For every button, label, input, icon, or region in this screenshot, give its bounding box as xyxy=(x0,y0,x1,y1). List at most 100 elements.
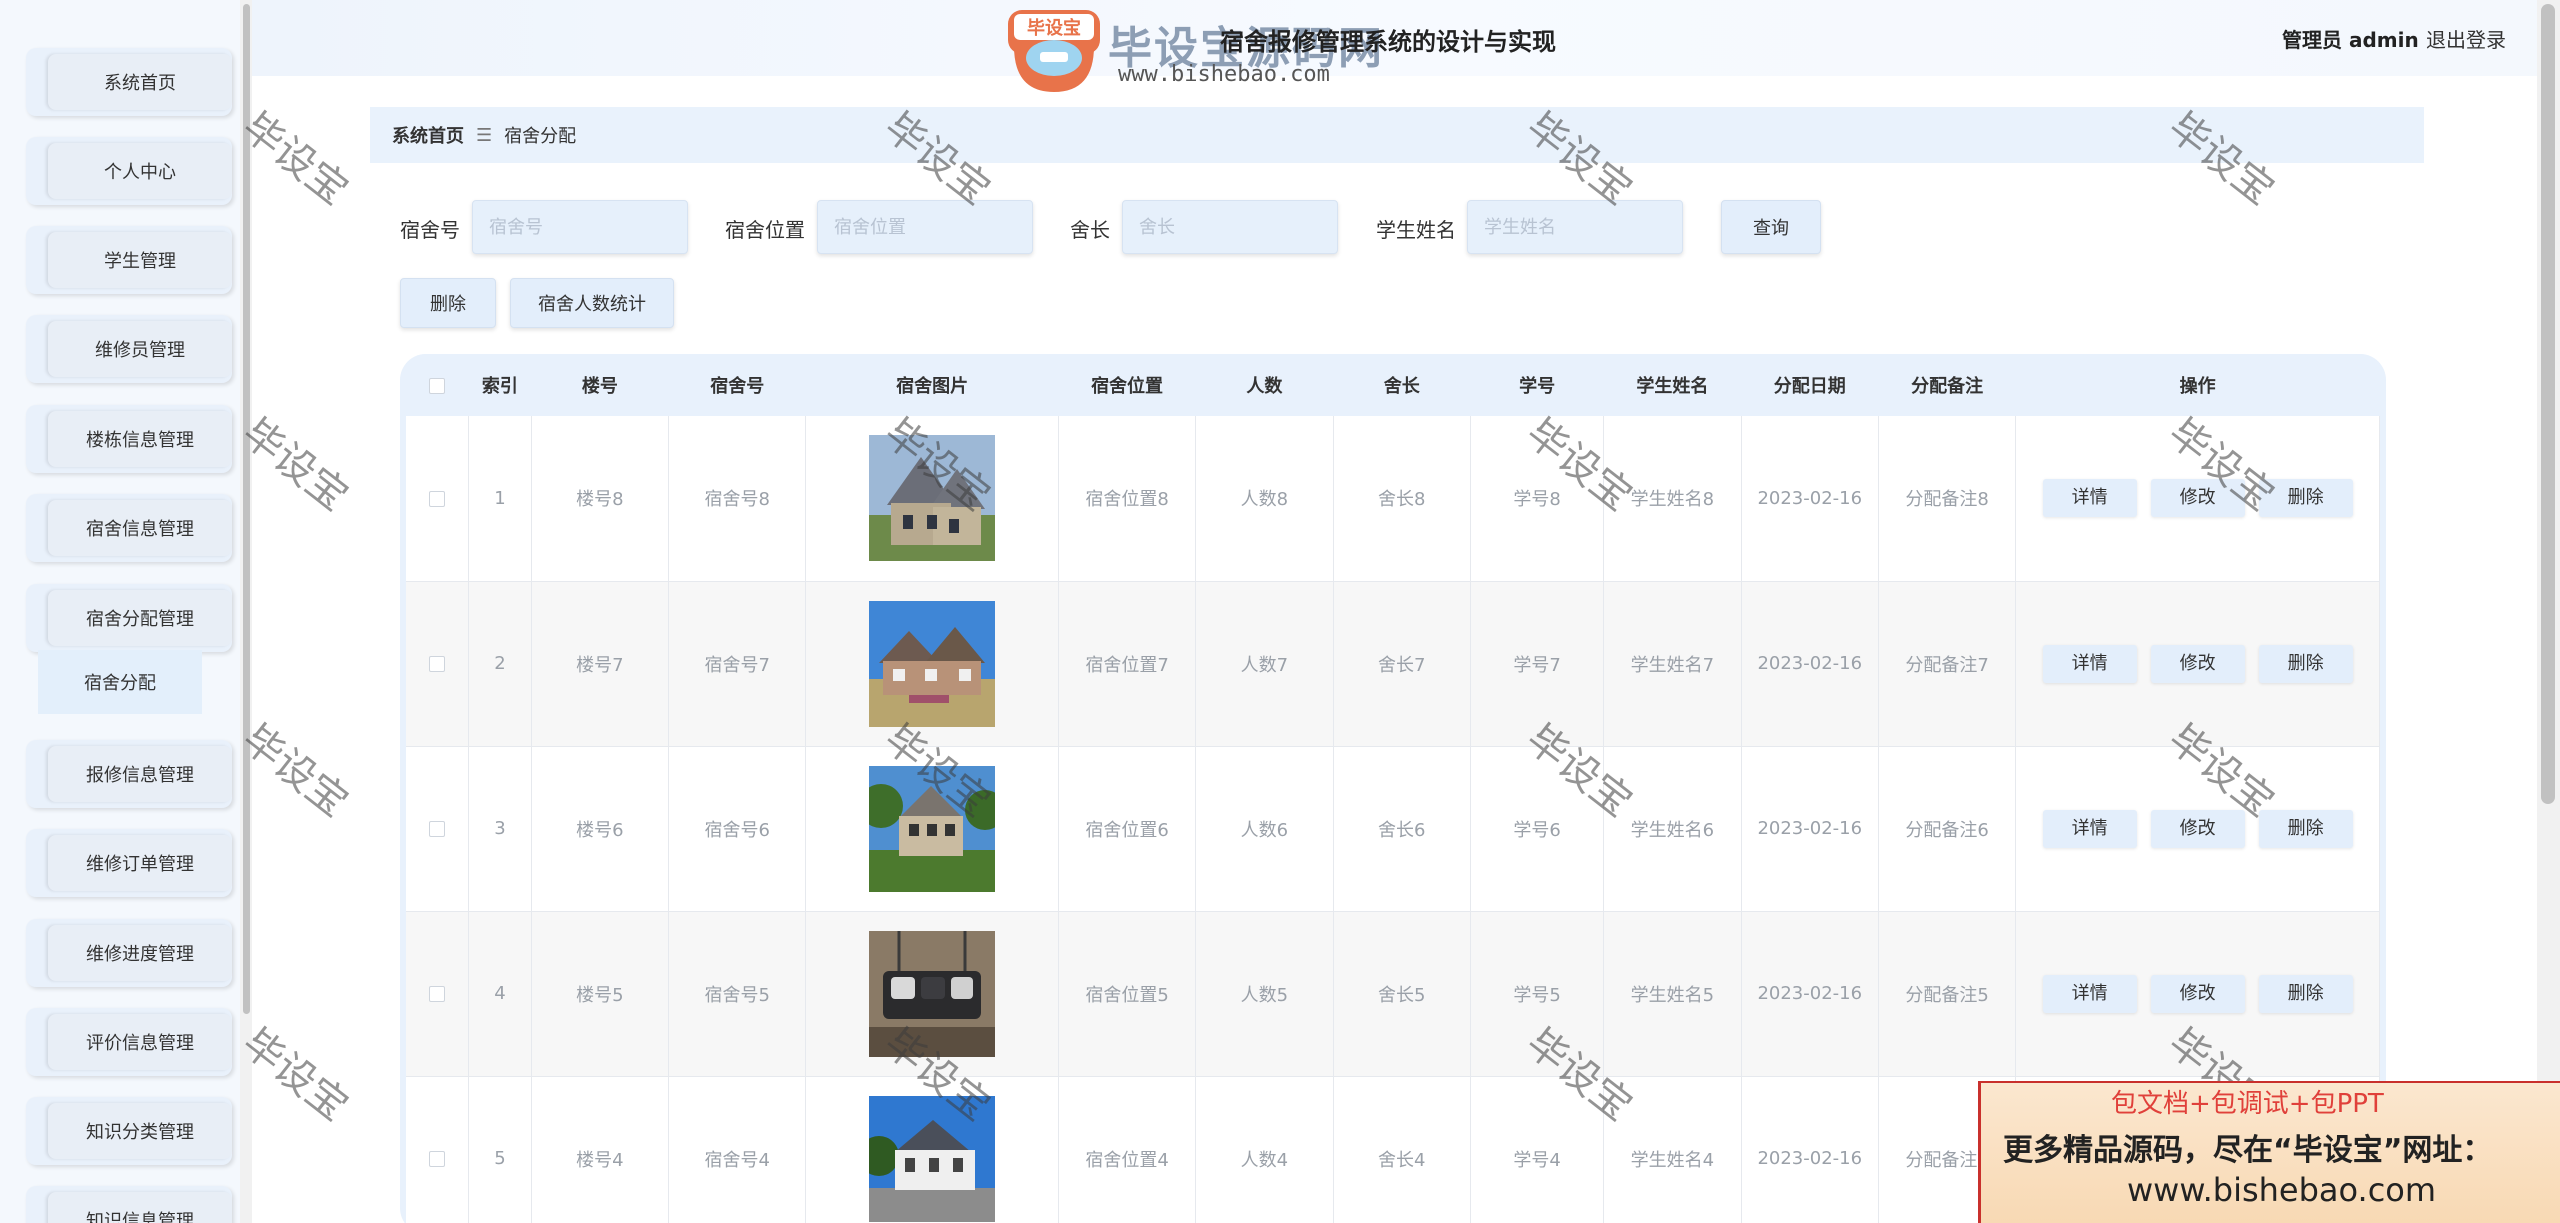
date-cell: 2023-02-16 xyxy=(1741,911,1879,1077)
sidebar-item-home[interactable]: 系统首页 xyxy=(26,48,232,116)
row-select-cell xyxy=(406,416,470,582)
student-name-input[interactable] xyxy=(1467,200,1683,254)
dorm-cell: 宿舍号7 xyxy=(668,581,807,747)
sidebar-item-dorm-allocation-management[interactable]: 宿舍分配管理 xyxy=(26,584,232,652)
sidebar-item-building-management[interactable]: 楼栋信息管理 xyxy=(26,405,232,473)
table-row: 2 楼号7 宿舍号7 宿舍位置7 人数7 舍长7 学号7 学生姓名7 2023-… xyxy=(406,581,2380,747)
count-cell: 人数7 xyxy=(1195,581,1334,747)
table-row: 4 楼号5 宿舍号5 宿舍位置5 人数5 舍长5 学号5 学生姓名5 2023-… xyxy=(406,911,2380,1077)
sidebar-item-review-management[interactable]: 评价信息管理 xyxy=(26,1008,232,1076)
delete-button[interactable]: 删除 xyxy=(2258,479,2353,518)
detail-button[interactable]: 详情 xyxy=(2042,974,2137,1013)
student-no-cell: 学号6 xyxy=(1470,746,1605,912)
page-scrollbar-thumb[interactable] xyxy=(2541,4,2555,804)
column-header: 分配备注 xyxy=(1878,354,2016,416)
breadcrumb-separator-icon: ☰ xyxy=(476,124,493,146)
row-checkbox[interactable] xyxy=(429,986,446,1002)
student-name-cell: 学生姓名4 xyxy=(1603,1076,1742,1223)
logo-url: www.bishebao.com xyxy=(1118,62,1330,87)
edit-button[interactable]: 修改 xyxy=(2150,644,2245,683)
row-select-cell xyxy=(406,1076,470,1223)
edit-button[interactable]: 修改 xyxy=(2150,479,2245,518)
edit-button[interactable]: 修改 xyxy=(2150,974,2245,1013)
sidebar-item-repair-progress-management[interactable]: 维修进度管理 xyxy=(26,919,232,987)
index-cell: 5 xyxy=(468,1076,532,1223)
select-all-checkbox[interactable] xyxy=(429,377,446,394)
sidebar-item-repair-order-management[interactable]: 维修订单管理 xyxy=(26,829,232,897)
index-cell: 4 xyxy=(468,911,532,1077)
sidebar-item-label: 学生管理 xyxy=(48,232,232,288)
row-checkbox[interactable] xyxy=(429,1151,446,1167)
sidebar-subitem-dorm-allocation[interactable]: 宿舍分配 xyxy=(38,650,202,714)
bishebao-logo-icon: 毕设宝 xyxy=(1008,10,1100,92)
leader-input[interactable] xyxy=(1122,200,1338,254)
breadcrumb-home[interactable]: 系统首页 xyxy=(392,122,464,148)
location-cell: 宿舍位置4 xyxy=(1058,1076,1197,1223)
table-row: 3 楼号6 宿舍号6 宿舍位置6 人数6 舍长6 学号6 学生姓名6 2023-… xyxy=(406,746,2380,912)
batch-delete-button[interactable]: 删除 xyxy=(400,278,496,328)
sidebar-item-repair-info-management[interactable]: 报修信息管理 xyxy=(26,740,232,808)
sidebar-item-label: 评价信息管理 xyxy=(48,1014,232,1070)
location-cell: 宿舍位置7 xyxy=(1058,581,1197,747)
dorm-no-input[interactable] xyxy=(472,200,688,254)
leader-cell: 舍长7 xyxy=(1333,581,1471,747)
index-cell: 1 xyxy=(468,416,532,582)
page-title: 宿舍报修管理系统的设计与实现 xyxy=(1220,28,1556,56)
sidebar-scrollbar-thumb[interactable] xyxy=(243,4,250,1014)
delete-button[interactable]: 删除 xyxy=(2258,809,2353,848)
dorm-count-stats-button[interactable]: 宿舍人数统计 xyxy=(510,278,674,328)
sidebar-item-repairman-management[interactable]: 维修员管理 xyxy=(26,315,232,383)
student-no-cell: 学号8 xyxy=(1470,416,1605,582)
sidebar-item-knowledge-info-management[interactable]: 知识信息管理 xyxy=(26,1186,232,1223)
building-cell: 楼号8 xyxy=(531,416,670,582)
admin-user-label: 管理员 admin xyxy=(2282,28,2419,52)
location-cell: 宿舍位置8 xyxy=(1058,416,1197,582)
sidebar-item-label: 宿舍信息管理 xyxy=(48,500,232,556)
delete-button[interactable]: 删除 xyxy=(2258,644,2353,683)
building-cell: 楼号4 xyxy=(531,1076,670,1223)
dorm-house-image[interactable] xyxy=(869,1095,996,1222)
dorm-cell: 宿舍号4 xyxy=(668,1076,807,1223)
promo-line-1: 包文档+包调试+包PPT xyxy=(2111,1089,2384,1119)
logout-link[interactable]: 退出登录 xyxy=(2426,24,2506,53)
student-no-cell: 学号5 xyxy=(1470,911,1605,1077)
column-header: 学生姓名 xyxy=(1603,354,1742,416)
count-cell: 人数5 xyxy=(1195,911,1334,1077)
sidebar-item-personal-center[interactable]: 个人中心 xyxy=(26,137,232,205)
dorm-image-cell xyxy=(805,416,1059,582)
index-cell: 3 xyxy=(468,746,532,912)
dorm-furniture-image[interactable] xyxy=(869,930,996,1057)
edit-button[interactable]: 修改 xyxy=(2150,809,2245,848)
operations-cell: 详情修改删除 xyxy=(2015,746,2380,912)
sidebar-item-label: 维修订单管理 xyxy=(48,835,232,891)
location-cell: 宿舍位置5 xyxy=(1058,911,1197,1077)
query-button[interactable]: 查询 xyxy=(1721,200,1821,254)
date-cell: 2023-02-16 xyxy=(1741,581,1879,747)
row-checkbox[interactable] xyxy=(429,656,446,672)
delete-button[interactable]: 删除 xyxy=(2258,974,2353,1013)
detail-button[interactable]: 详情 xyxy=(2042,809,2137,848)
location-label: 宿舍位置 xyxy=(725,218,805,242)
detail-button[interactable]: 详情 xyxy=(2042,479,2137,518)
promo-banner[interactable]: 包文档+包调试+包PPT 更多精品源码，尽在“毕设宝”网址： www.bishe… xyxy=(1978,1081,2560,1223)
column-header: 分配日期 xyxy=(1741,354,1879,416)
leader-cell: 舍长5 xyxy=(1333,911,1471,1077)
sidebar-item-dorm-management[interactable]: 宿舍信息管理 xyxy=(26,494,232,562)
sidebar-item-student-management[interactable]: 学生管理 xyxy=(26,226,232,294)
location-input[interactable] xyxy=(817,200,1033,254)
dorm-house-image[interactable] xyxy=(869,765,996,892)
leader-cell: 舍长8 xyxy=(1333,416,1471,582)
row-checkbox[interactable] xyxy=(429,490,446,507)
building-cell: 楼号6 xyxy=(531,746,670,912)
date-cell: 2023-02-16 xyxy=(1741,1076,1879,1223)
sidebar-item-label: 知识分类管理 xyxy=(48,1103,232,1159)
promo-url[interactable]: www.bishebao.com xyxy=(2127,1171,2436,1209)
dorm-house-image[interactable] xyxy=(869,435,996,562)
row-checkbox[interactable] xyxy=(429,821,446,837)
operations-cell: 详情修改删除 xyxy=(2015,581,2380,747)
count-cell: 人数6 xyxy=(1195,746,1334,912)
dorm-house-image[interactable] xyxy=(869,600,996,727)
sidebar-item-knowledge-category-management[interactable]: 知识分类管理 xyxy=(26,1097,232,1165)
detail-button[interactable]: 详情 xyxy=(2042,644,2137,683)
column-header: 楼号 xyxy=(531,354,669,416)
